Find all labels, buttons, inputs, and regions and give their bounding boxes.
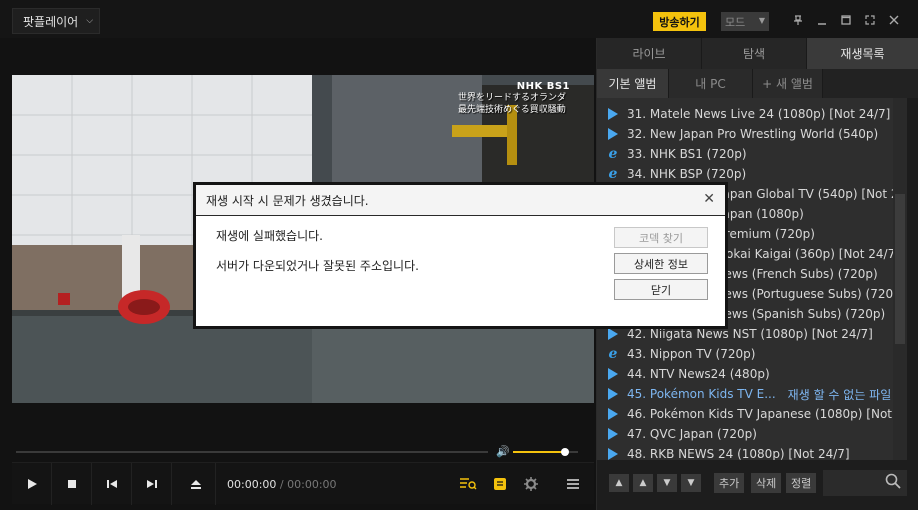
ie-icon: e bbox=[608, 166, 618, 182]
move-down-icon[interactable]: ▼ bbox=[657, 474, 677, 492]
tab-explore[interactable]: 탐색 bbox=[702, 38, 807, 69]
playlist-item-label: 32. New Japan Pro Wrestling World (540p) bbox=[627, 127, 879, 141]
volume-icon[interactable]: 🔊 bbox=[496, 445, 510, 458]
move-bottom-icon[interactable]: ▼ bbox=[681, 474, 701, 492]
next-button[interactable] bbox=[132, 463, 172, 505]
playlist-item-label: 34. NHK BSP (720p) bbox=[627, 167, 747, 181]
playlist-item[interactable]: 32. New Japan Pro Wrestling World (540p) bbox=[597, 124, 893, 144]
album-tabs: 기본 앨범 내 PC + 새 앨범 bbox=[597, 69, 918, 98]
dialog-close-icon[interactable]: ✕ bbox=[703, 191, 715, 207]
search-icon[interactable] bbox=[885, 473, 901, 493]
tab-playlist[interactable]: 재생목록 bbox=[807, 38, 918, 69]
playlist-item-label: 33. NHK BS1 (720p) bbox=[627, 147, 747, 161]
playlist-item[interactable]: 45. Pokémon Kids TV E... 재생 할 수 없는 파일 bbox=[597, 384, 893, 404]
volume-knob[interactable] bbox=[561, 448, 569, 456]
seek-bar[interactable] bbox=[16, 451, 488, 453]
total-time: 00:00:00 bbox=[287, 478, 337, 491]
playlist-item-label: 43. Nippon TV (720p) bbox=[627, 347, 756, 361]
play-triangle-icon bbox=[606, 427, 620, 441]
playlist-item-status: 재생 할 수 없는 파일 bbox=[787, 387, 892, 402]
play-triangle-icon bbox=[606, 367, 620, 381]
ie-icon: e bbox=[608, 346, 618, 362]
details-button[interactable]: 상세한 정보 bbox=[614, 253, 708, 274]
mode-label: 모드 bbox=[725, 15, 746, 29]
play-triangle-icon bbox=[606, 407, 620, 421]
maximize-icon[interactable] bbox=[838, 12, 854, 28]
app-menu-button[interactable]: 팟플레이어 ⌵ bbox=[12, 8, 100, 34]
fullscreen-icon[interactable] bbox=[862, 12, 878, 28]
delete-button[interactable]: 삭제 bbox=[751, 473, 782, 493]
playlist-item[interactable]: 48. RKB NEWS 24 (1080p) [Not 24/7] bbox=[597, 444, 893, 460]
broadcast-button[interactable]: 방송하기 bbox=[653, 12, 706, 31]
playlist-item-label: 45. Pokémon Kids TV E... bbox=[627, 387, 776, 401]
play-triangle-icon bbox=[606, 447, 620, 460]
play-triangle-icon bbox=[606, 127, 620, 141]
playlist-search-input[interactable] bbox=[823, 470, 907, 496]
time-display: 00:00:00 / 00:00:00 bbox=[227, 478, 337, 491]
volume-fill bbox=[513, 451, 565, 453]
move-up-icon[interactable]: ▲ bbox=[633, 474, 653, 492]
dialog-message-2: 서버가 다운되었거나 잘못된 주소입니다. bbox=[216, 259, 419, 273]
play-triangle-icon bbox=[606, 387, 620, 401]
playlist-scrollbar[interactable] bbox=[893, 98, 907, 460]
stop-button[interactable] bbox=[52, 463, 92, 505]
minimize-icon[interactable] bbox=[814, 12, 830, 28]
menu-icon[interactable] bbox=[564, 475, 582, 493]
add-button[interactable]: 추가 bbox=[714, 473, 745, 493]
dropdown-arrow-icon: ▼ bbox=[758, 16, 765, 25]
playlist-item[interactable]: e 43. Nippon TV (720p) bbox=[597, 344, 893, 364]
error-dialog: 재생 시작 시 문제가 생겼습니다. ✕ 재생에 실패했습니다. 서버가 다운되… bbox=[193, 182, 728, 329]
tab-live[interactable]: 라이브 bbox=[597, 38, 702, 69]
sort-button[interactable]: 정렬 bbox=[786, 473, 817, 493]
dialog-close-button[interactable]: 닫기 bbox=[614, 279, 708, 300]
find-codec-button[interactable]: 코덱 찾기 bbox=[614, 227, 708, 248]
channel-logo: NHK BS1 bbox=[516, 81, 570, 92]
move-top-icon[interactable]: ▲ bbox=[609, 474, 629, 492]
playlist-item-label: 44. NTV News24 (480p) bbox=[627, 367, 770, 381]
playlist-item[interactable]: e 33. NHK BS1 (720p) bbox=[597, 144, 893, 164]
ie-icon: e bbox=[608, 146, 618, 162]
gear-icon[interactable] bbox=[522, 475, 540, 493]
previous-button[interactable] bbox=[92, 463, 132, 505]
pin-icon[interactable] bbox=[790, 12, 806, 28]
control-bar: 00:00:00 / 00:00:00 bbox=[12, 462, 594, 505]
playlist-item[interactable]: 47. QVC Japan (720p) bbox=[597, 424, 893, 444]
playlist-item[interactable]: 46. Pokémon Kids TV Japanese (1080p) [No… bbox=[597, 404, 893, 424]
scrollbar-thumb[interactable] bbox=[895, 194, 905, 344]
play-button[interactable] bbox=[12, 463, 52, 505]
eject-button[interactable] bbox=[176, 463, 216, 505]
video-caption: 世界をリードするオランダ 最先端技術めぐる買収騒動 bbox=[458, 92, 566, 116]
time-separator: / bbox=[279, 478, 284, 491]
tab-new-album[interactable]: + 새 앨범 bbox=[753, 69, 823, 98]
caption-line-2: 最先端技術めぐる買収騒動 bbox=[457, 105, 566, 115]
title-bar: 팟플레이어 ⌵ 방송하기 모드 ▼ bbox=[0, 0, 918, 38]
playlist-item-label: 31. Matele News Live 24 (1080p) [Not 24/… bbox=[627, 107, 891, 121]
chevron-down-icon: ⌵ bbox=[86, 16, 94, 26]
play-triangle-icon bbox=[606, 107, 620, 121]
playlist-item-label: 48. RKB NEWS 24 (1080p) [Not 24/7] bbox=[627, 447, 850, 460]
tab-my-pc[interactable]: 내 PC bbox=[669, 69, 753, 98]
playlist-item[interactable]: e 34. NHK BSP (720p) bbox=[597, 164, 893, 184]
dialog-title: 재생 시작 시 문제가 생겼습니다. bbox=[196, 185, 725, 216]
close-icon[interactable] bbox=[886, 12, 902, 28]
app-name: 팟플레이어 bbox=[23, 14, 79, 29]
volume-slider[interactable] bbox=[513, 448, 578, 456]
playlist-item-label: 42. Niigata News NST (1080p) [Not 24/7] bbox=[627, 327, 873, 341]
tab-default-album[interactable]: 기본 앨범 bbox=[597, 69, 669, 98]
playlist-toolbar: ▲ ▲ ▼ ▼ 추가 삭제 정렬 bbox=[597, 460, 918, 510]
current-time: 00:00:00 bbox=[227, 478, 277, 491]
playlist-item-label: 46. Pokémon Kids TV Japanese (1080p) [No… bbox=[627, 407, 893, 421]
play-triangle-icon bbox=[606, 327, 620, 341]
caption-line-1: 世界をリードするオランダ bbox=[457, 93, 566, 103]
subtitle-icon[interactable] bbox=[491, 475, 509, 493]
playlist-search-icon[interactable] bbox=[459, 475, 477, 493]
dialog-message-1: 재생에 실패했습니다. bbox=[216, 229, 323, 243]
playlist-item[interactable]: 31. Matele News Live 24 (1080p) [Not 24/… bbox=[597, 104, 893, 124]
playlist-item-label: 47. QVC Japan (720p) bbox=[627, 427, 757, 441]
playlist-item[interactable]: 44. NTV News24 (480p) bbox=[597, 364, 893, 384]
panel-tabs: 라이브 탐색 재생목록 bbox=[597, 38, 918, 69]
mode-select[interactable]: 모드 ▼ bbox=[721, 12, 769, 31]
